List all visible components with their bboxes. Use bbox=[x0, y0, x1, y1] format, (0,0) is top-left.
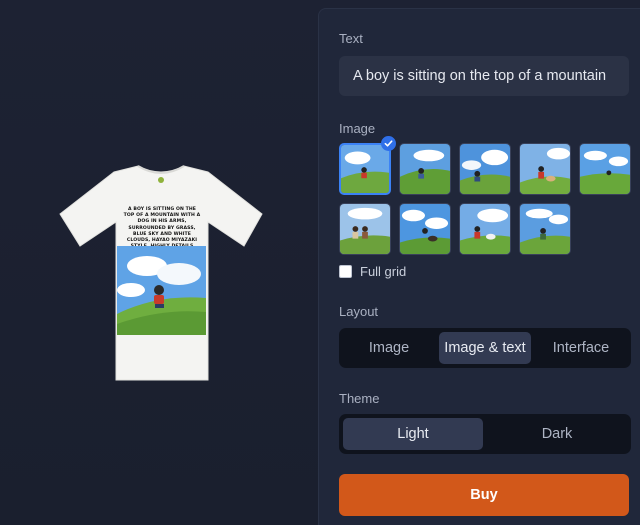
image-thumb-5[interactable] bbox=[579, 143, 631, 195]
layout-option-image[interactable]: Image bbox=[343, 332, 435, 364]
image-thumb-8[interactable] bbox=[459, 203, 511, 255]
text-input[interactable]: A boy is sitting on the top of a mountai… bbox=[339, 56, 629, 96]
image-thumb-3[interactable] bbox=[459, 143, 511, 195]
brand-logo-icon bbox=[158, 177, 164, 183]
image-thumb-9[interactable] bbox=[519, 203, 571, 255]
shirt-artwork bbox=[117, 246, 206, 335]
options-panel: Text A boy is sitting on the top of a mo… bbox=[318, 8, 640, 525]
theme-option-dark[interactable]: Dark bbox=[487, 418, 627, 450]
full-grid-toggle[interactable]: Full grid bbox=[339, 264, 406, 279]
image-thumb-7[interactable] bbox=[399, 203, 451, 255]
shirt-caption: A boy is sitting on the top of a mountai… bbox=[123, 207, 201, 249]
text-section-label: Text bbox=[339, 31, 363, 46]
layout-option-image-text[interactable]: Image & text bbox=[439, 332, 531, 364]
theme-option-light[interactable]: Light bbox=[343, 418, 483, 450]
image-thumb-1[interactable] bbox=[339, 143, 391, 195]
full-grid-checkbox[interactable] bbox=[339, 265, 352, 278]
image-thumb-4[interactable] bbox=[519, 143, 571, 195]
layout-option-interface[interactable]: Interface bbox=[535, 332, 627, 364]
full-grid-label: Full grid bbox=[360, 264, 407, 279]
layout-section-label: Layout bbox=[339, 304, 379, 319]
product-preview: A boy is sitting on the top of a mountai… bbox=[0, 0, 318, 525]
theme-selector: Light Dark bbox=[339, 414, 631, 454]
selected-check-icon bbox=[381, 136, 396, 151]
image-section-label: Image bbox=[339, 121, 376, 136]
image-thumb-2[interactable] bbox=[399, 143, 451, 195]
image-thumb-6[interactable] bbox=[339, 203, 391, 255]
tshirt-mockup: A boy is sitting on the top of a mountai… bbox=[58, 164, 264, 382]
buy-button[interactable]: Buy bbox=[339, 474, 629, 516]
layout-selector: Image Image & text Interface bbox=[339, 328, 631, 368]
theme-section-label: Theme bbox=[339, 391, 380, 406]
